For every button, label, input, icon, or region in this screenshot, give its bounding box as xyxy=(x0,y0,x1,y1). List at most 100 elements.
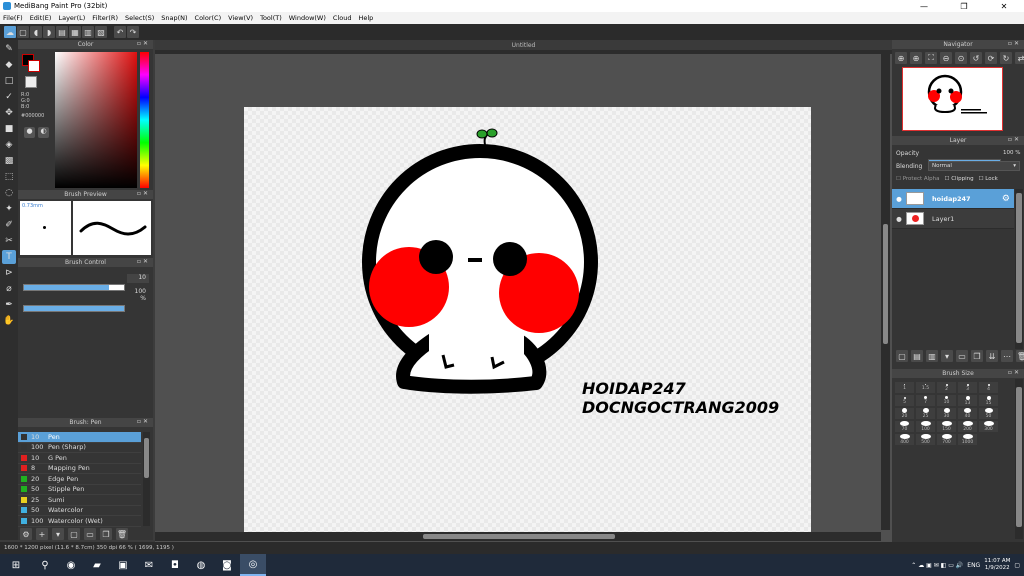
layer-scroll-thumb[interactable] xyxy=(1016,193,1022,343)
zoom-in-icon[interactable]: ⊕ xyxy=(895,52,907,64)
hand-tool-icon[interactable]: ✋ xyxy=(2,314,16,328)
brush-add-menu-icon[interactable]: ▾ xyxy=(52,528,64,540)
menu-snap[interactable]: Snap(N) xyxy=(161,14,187,22)
brush-size-option[interactable]: 13 xyxy=(958,395,977,406)
brush-size-option[interactable]: 50 xyxy=(979,408,998,419)
color-sliders-icon[interactable]: ◐ xyxy=(38,127,49,138)
rotate-left-icon[interactable]: ↺ xyxy=(970,52,982,64)
actual-size-icon[interactable]: ⊙ xyxy=(955,52,967,64)
windows-start-icon[interactable]: ⊞ xyxy=(0,554,32,576)
duplicate-layer-icon[interactable]: ❐ xyxy=(971,350,983,362)
panel-controls-icon[interactable]: ▫✕ xyxy=(137,40,150,47)
flip-icon[interactable]: ⇄ xyxy=(1015,52,1024,64)
brush-folder-icon[interactable]: ▭ xyxy=(84,528,96,540)
gradient-tool-icon[interactable]: ▩ xyxy=(2,154,16,168)
lasso-tool-icon[interactable]: ◌ xyxy=(2,186,16,200)
eraser-tool-icon[interactable]: ◆ xyxy=(2,58,16,72)
select-rect-tool-icon[interactable]: ⬚ xyxy=(2,170,16,184)
brush-item-sumi[interactable]: 25 Sumi xyxy=(18,495,141,506)
magic-wand-tool-icon[interactable]: ✦ xyxy=(2,202,16,216)
brush-item-edge-pen[interactable]: 20 Edge Pen xyxy=(18,474,141,485)
system-tray-icons[interactable]: ⌃ ☁ ▣ ✉ ◧ ▭ 🔊 xyxy=(911,562,963,569)
menu-layer[interactable]: Layer(L) xyxy=(58,14,85,22)
document-tab[interactable]: Untitled xyxy=(155,40,892,50)
canvas-vertical-scrollbar[interactable] xyxy=(881,54,890,530)
check-tool-icon[interactable]: ✓ xyxy=(2,90,16,104)
layer-blending-select[interactable]: Normal ▾ xyxy=(928,161,1020,171)
brush-size-option[interactable]: 1 xyxy=(895,382,914,393)
cloud-icon[interactable]: ☁ xyxy=(4,26,16,38)
eye-icon[interactable]: ● xyxy=(892,215,906,223)
brush-item-watercolor[interactable]: 50 Watercolor xyxy=(18,506,141,516)
lock-checkbox[interactable]: ☐ Lock xyxy=(979,176,998,182)
menu-help[interactable]: Help xyxy=(358,14,373,22)
notification-icon[interactable]: ▢ xyxy=(1014,562,1020,569)
rotate-reset-icon[interactable]: ⟳ xyxy=(985,52,997,64)
transparent-color-swatch[interactable] xyxy=(25,76,37,88)
language-indicator[interactable]: ENG xyxy=(967,562,980,569)
panel-icon[interactable]: ▤ xyxy=(56,26,68,38)
brush-size-option[interactable]: 30 xyxy=(937,408,956,419)
zoom-in-alt-icon[interactable]: ⊕ xyxy=(910,52,922,64)
canvas-horizontal-scrollbar[interactable] xyxy=(155,532,881,541)
layer-list-scrollbar[interactable] xyxy=(1015,189,1023,349)
menu-cloud[interactable]: Cloud xyxy=(333,14,352,22)
brush-size-option[interactable]: 1.5 xyxy=(916,382,935,393)
brush-size-option[interactable]: 200 xyxy=(958,421,977,432)
brush-size-option[interactable]: 5 xyxy=(895,395,914,406)
clipping-checkbox[interactable]: ☐ Clipping xyxy=(945,176,974,182)
brush-size-scrollbar[interactable] xyxy=(1015,379,1023,539)
chrome-icon[interactable]: ◍ xyxy=(188,554,214,576)
brush-size-scroll-thumb[interactable] xyxy=(1016,387,1022,527)
brush-size-option[interactable]: 15 xyxy=(979,395,998,406)
brush-size-option[interactable]: 70 xyxy=(895,421,914,432)
brush-size-slider[interactable] xyxy=(23,284,125,291)
file-explorer-icon[interactable]: ▰ xyxy=(84,554,110,576)
brush-opacity-slider[interactable] xyxy=(23,305,125,312)
panel-controls-icon[interactable]: ▫✕ xyxy=(1008,136,1021,143)
protect-alpha-checkbox[interactable]: ☐ Protect Alpha xyxy=(896,176,940,182)
new-8bit-layer-icon[interactable]: ▥ xyxy=(926,350,938,362)
rotate-right-icon[interactable]: ↻ xyxy=(1000,52,1012,64)
redo-icon[interactable]: ↷ xyxy=(127,26,139,38)
brush-size-option[interactable]: 400 xyxy=(895,434,914,445)
brush-size-option[interactable]: 700 xyxy=(937,434,956,445)
camera-icon[interactable]: ◘ xyxy=(162,554,188,576)
panel-controls-icon[interactable]: ▫✕ xyxy=(137,190,150,197)
bucket-tool-icon[interactable]: ◈ xyxy=(2,138,16,152)
delete-layer-icon[interactable]: 🗑 xyxy=(1016,350,1024,362)
brush-size-option[interactable]: 10 xyxy=(937,395,956,406)
color-saturation-field[interactable] xyxy=(55,52,137,188)
comment-icon[interactable]: ◗ xyxy=(43,26,55,38)
brush-size-value[interactable]: 10 xyxy=(127,274,149,283)
menu-select[interactable]: Select(S) xyxy=(125,14,154,22)
brush-size-option[interactable]: 7 xyxy=(916,395,935,406)
brush-item-pen-sharp[interactable]: 100 Pen (Sharp) xyxy=(18,443,141,453)
layer-menu-icon[interactable]: ⋯ xyxy=(1001,350,1013,362)
dot-tool-icon[interactable]: □ xyxy=(2,74,16,88)
minimize-button[interactable]: — xyxy=(904,0,944,12)
brush-item-stipple-pen[interactable]: 50 Stipple Pen xyxy=(18,485,141,495)
gear-icon[interactable]: ⚙ xyxy=(1002,194,1010,204)
menu-edit[interactable]: Edit(E) xyxy=(30,14,52,22)
grid-icon[interactable]: ▦ xyxy=(69,26,81,38)
shape-fill-tool-icon[interactable]: ■ xyxy=(2,122,16,136)
layer-folder-icon[interactable]: ▭ xyxy=(956,350,968,362)
brush-size-option[interactable]: 150 xyxy=(937,421,956,432)
text-tool-icon[interactable]: T xyxy=(2,250,16,264)
brush-item-watercolor-wet[interactable]: 100 Watercolor (Wet) xyxy=(18,516,141,527)
new-file-icon[interactable]: ▢ xyxy=(17,26,29,38)
brush-size-option[interactable]: 3 xyxy=(958,382,977,393)
maximize-button[interactable]: ❐ xyxy=(944,0,984,12)
drawing-canvas[interactable]: HOIDAP247 DOCNGOCTRANG2009 xyxy=(244,107,811,532)
menu-color[interactable]: Color(C) xyxy=(195,14,222,22)
search-icon[interactable]: ⚲ xyxy=(32,554,58,576)
new-halftone-layer-icon[interactable]: ▤ xyxy=(911,350,923,362)
new-layer-icon[interactable]: ▢ xyxy=(896,350,908,362)
select-pen-tool-icon[interactable]: ✐ xyxy=(2,218,16,232)
brush-delete-icon[interactable]: 🗑 xyxy=(116,528,128,540)
undo-icon[interactable]: ↶ xyxy=(114,26,126,38)
canvas-vertical-scroll-thumb[interactable] xyxy=(883,224,888,344)
mail-icon[interactable]: ✉ xyxy=(136,554,162,576)
speech-bubble-icon[interactable]: ◖ xyxy=(30,26,42,38)
